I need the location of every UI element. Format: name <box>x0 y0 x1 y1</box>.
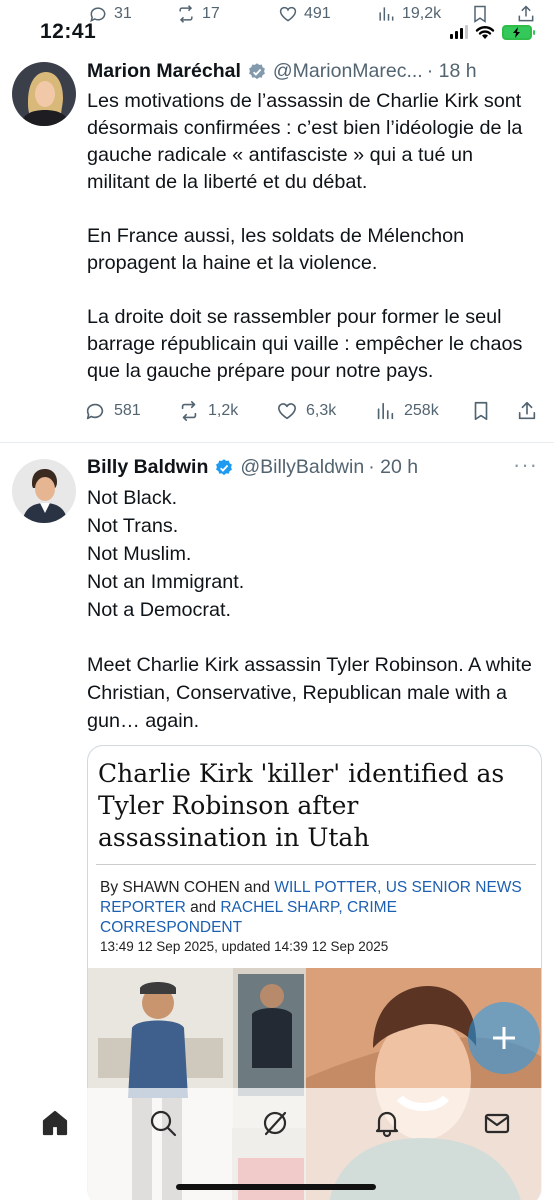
share-icon <box>518 5 534 22</box>
bottom-nav <box>0 1088 554 1200</box>
status-bar: 31 17 491 19,2k 12:41 <box>0 0 554 46</box>
nav-home[interactable] <box>40 1108 74 1142</box>
tweet-time[interactable]: · 18 h <box>427 60 477 83</box>
repost-button[interactable]: 1,2k <box>178 400 238 422</box>
charging-bolt-icon <box>513 26 520 38</box>
home-icon <box>42 1110 68 1136</box>
repost-count: 17 <box>202 5 220 22</box>
byline-author: SHAWN COHEN <box>122 879 240 896</box>
tweet-line: Not an Immigrant. <box>87 571 245 593</box>
verified-gray-icon <box>248 62 265 79</box>
repost-action[interactable]: 17 <box>176 4 220 24</box>
tweet-paragraph: Meet Charlie Kirk assassin Tyler Robinso… <box>87 654 532 732</box>
like-count: 6,3k <box>306 402 337 419</box>
repost-icon <box>181 401 197 421</box>
tweet-paragraph: La droite doit se rassembler pour former… <box>87 306 523 382</box>
tweet-line: Not a Democrat. <box>87 599 232 621</box>
tweet-text: Not Black. Not Trans. Not Muslim. Not an… <box>87 484 540 735</box>
views-icon <box>377 402 394 420</box>
reply-button[interactable]: 581 <box>84 400 141 422</box>
nav-grok[interactable] <box>260 1108 294 1142</box>
system-icons <box>450 24 535 40</box>
byline-and: and <box>244 879 270 896</box>
plus-icon <box>493 1027 515 1049</box>
views-count: 19,2k <box>402 5 442 22</box>
repost-icon <box>179 5 193 23</box>
author-handle[interactable]: @BillyBaldwin <box>240 456 364 479</box>
author-name[interactable]: Marion Maréchal <box>87 60 241 83</box>
author-handle[interactable]: @MarionMarec... <box>273 60 423 83</box>
grok-icon <box>263 1111 287 1136</box>
reply-icon <box>86 403 104 420</box>
tweet-paragraph: En France aussi, les soldats de Mélencho… <box>87 225 465 274</box>
byline-prefix: By <box>100 879 119 896</box>
author-name[interactable]: Billy Baldwin <box>87 456 208 479</box>
bookmark-button[interactable] <box>470 400 492 422</box>
nav-search[interactable] <box>148 1108 182 1142</box>
views-action[interactable]: 19,2k <box>376 4 441 24</box>
share-action[interactable] <box>516 4 536 24</box>
tweet-line: Not Black. <box>87 487 178 509</box>
reply-count: 581 <box>114 402 141 419</box>
mail-icon <box>484 1113 510 1134</box>
tweet-actions: 581 1,2k 6,3k 258k <box>84 400 544 426</box>
tweet-header: Marion Maréchal @MarionMarec... · 18 h <box>87 60 536 83</box>
tweet-paragraph: Les motivations de l’assassin de Charlie… <box>87 90 523 193</box>
verified-blue-icon <box>216 458 233 475</box>
avatar[interactable] <box>12 62 76 126</box>
tweet-header: Billy Baldwin @BillyBaldwin · 20 h <box>87 456 536 479</box>
views-count: 258k <box>404 402 439 419</box>
tweet-line: Not Muslim. <box>87 543 192 565</box>
views-button[interactable]: 258k <box>374 400 439 422</box>
search-icon <box>150 1110 177 1137</box>
reply-count: 31 <box>114 5 132 22</box>
article-headline: Charlie Kirk 'killer' identified as Tyle… <box>98 759 505 852</box>
divider <box>96 864 536 865</box>
wifi-icon <box>475 26 495 39</box>
home-indicator[interactable] <box>176 1184 376 1190</box>
article-byline: By SHAWN COHEN and WILL POTTER, US SENIO… <box>100 878 528 938</box>
like-count: 491 <box>304 5 331 22</box>
tweet-line: Not Trans. <box>87 515 179 537</box>
clock: 12:41 <box>40 20 97 43</box>
share-button[interactable] <box>516 400 538 422</box>
repost-count: 1,2k <box>208 402 239 419</box>
bookmark-action[interactable] <box>470 4 490 24</box>
heart-icon <box>279 6 297 22</box>
bookmark-icon <box>474 401 488 421</box>
article-dateline: 13:49 12 Sep 2025, updated 14:39 12 Sep … <box>100 939 389 954</box>
nav-messages[interactable] <box>482 1108 516 1142</box>
byline-and: and <box>190 899 217 916</box>
heart-icon <box>277 403 297 420</box>
compose-button[interactable] <box>468 1002 540 1074</box>
share-icon <box>518 401 536 420</box>
like-button[interactable]: 6,3k <box>276 400 336 422</box>
bookmark-icon <box>474 5 486 23</box>
views-icon <box>379 7 394 21</box>
tweet-divider <box>0 442 554 443</box>
tweet-time[interactable]: · 20 h <box>368 456 418 479</box>
tweet-text: Les motivations de l’assassin de Charlie… <box>87 88 540 385</box>
bell-icon <box>375 1111 399 1138</box>
battery-icon <box>502 24 535 40</box>
nav-notifications[interactable] <box>372 1108 406 1142</box>
avatar[interactable] <box>12 459 76 523</box>
cellular-signal-icon <box>450 25 468 39</box>
like-action[interactable]: 491 <box>278 4 331 24</box>
